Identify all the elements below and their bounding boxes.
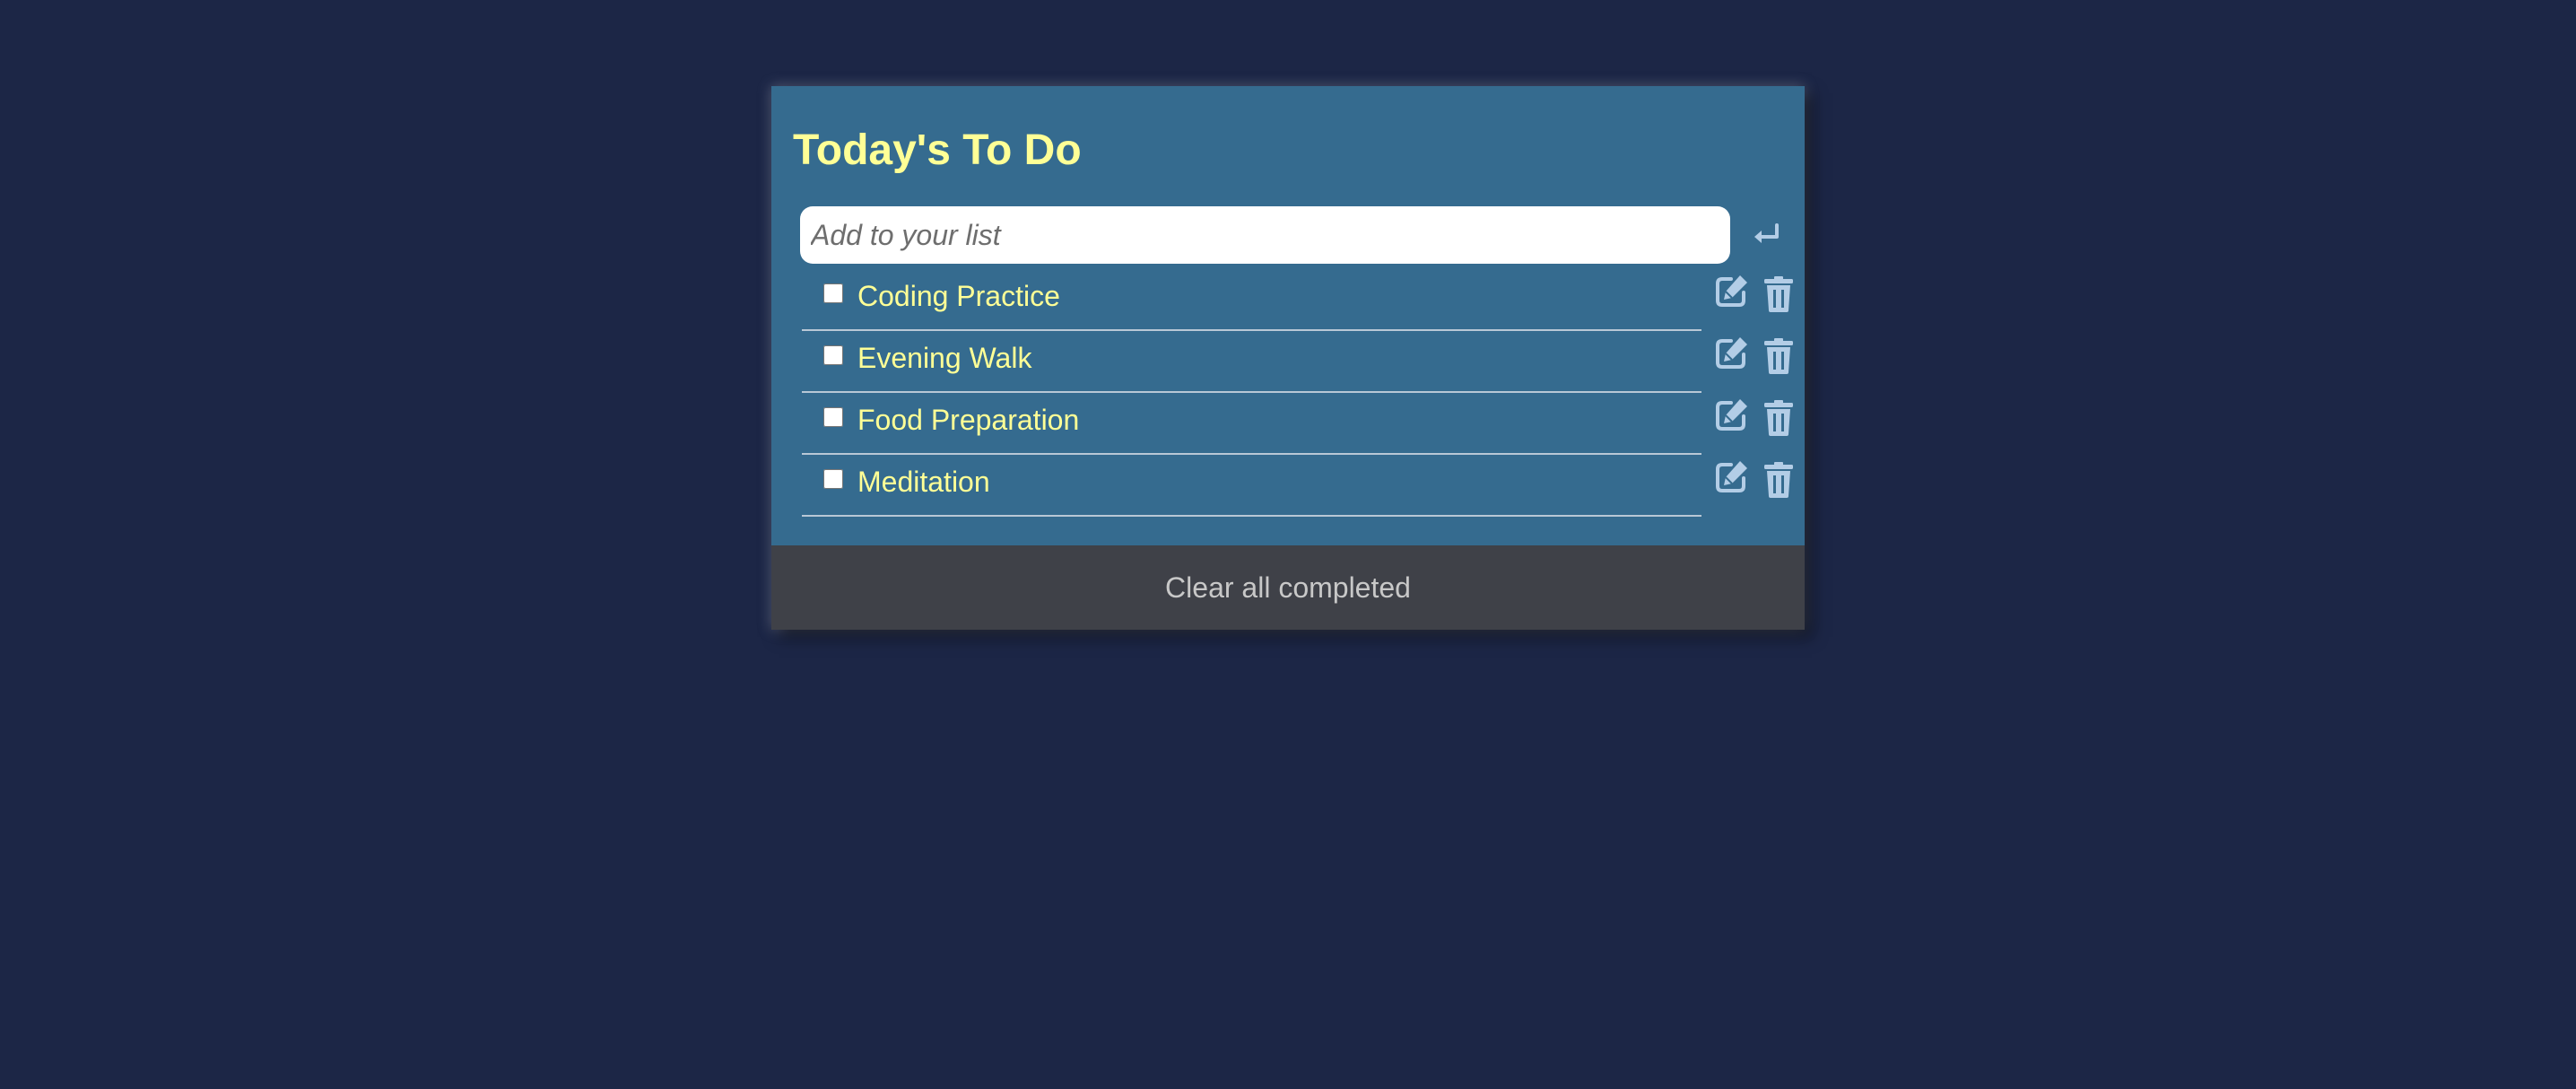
list-item: Food Preparation (771, 393, 1805, 455)
todo-item-label: Meditation (857, 466, 990, 498)
add-item-row (771, 206, 1805, 264)
page-title: Today's To Do (793, 126, 1082, 174)
todo-item-label: Evening Walk (857, 342, 1032, 374)
todo-card-body: Today's To Do Coding Practice (771, 86, 1805, 545)
todo-checkbox[interactable] (823, 407, 843, 427)
clear-completed-button[interactable]: Clear all completed (1165, 571, 1411, 605)
list-item: Evening Walk (771, 331, 1805, 393)
trash-icon[interactable] (1764, 338, 1793, 374)
todo-checkbox[interactable] (823, 283, 843, 303)
trash-icon[interactable] (1764, 276, 1793, 312)
list-item: Coding Practice (771, 269, 1805, 331)
todo-footer: Clear all completed (771, 545, 1805, 630)
todo-item-label: Coding Practice (857, 280, 1060, 312)
todo-list: Coding Practice Evening Walk Food Prepar… (771, 269, 1805, 517)
list-item: Meditation (771, 455, 1805, 517)
edit-icon[interactable] (1713, 459, 1749, 495)
enter-icon[interactable] (1747, 221, 1783, 249)
todo-card: Today's To Do Coding Practice (771, 86, 1805, 630)
edit-icon[interactable] (1713, 397, 1749, 433)
item-divider (802, 515, 1701, 517)
todo-checkbox[interactable] (823, 469, 843, 489)
add-item-input[interactable] (800, 206, 1730, 264)
todo-checkbox[interactable] (823, 345, 843, 365)
trash-icon[interactable] (1764, 462, 1793, 498)
edit-icon[interactable] (1713, 274, 1749, 309)
todo-item-label: Food Preparation (857, 404, 1080, 436)
edit-icon[interactable] (1713, 335, 1749, 371)
trash-icon[interactable] (1764, 400, 1793, 436)
